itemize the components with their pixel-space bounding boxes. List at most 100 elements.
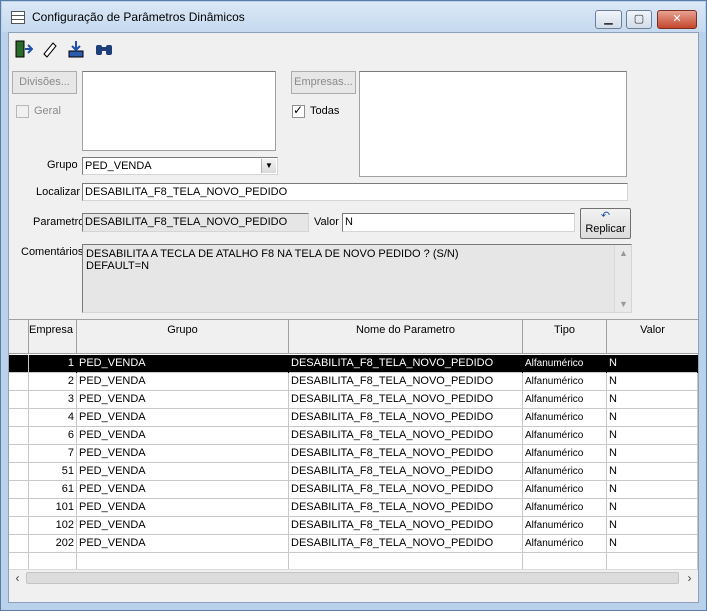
row-indicator[interactable] — [9, 499, 29, 517]
title-bar[interactable]: Configuração de Parâmetros Dinâmicos ▁ ▢… — [2, 2, 705, 32]
valor-cell[interactable]: N — [607, 409, 698, 427]
replicar-button[interactable]: ↶ Replicar — [580, 208, 631, 239]
empresas-list[interactable] — [359, 71, 627, 177]
maximize-button[interactable]: ▢ — [626, 10, 652, 29]
column-header-valor[interactable]: Valor — [607, 320, 698, 354]
valor-cell[interactable]: N — [607, 535, 698, 553]
grupo-select[interactable]: PED_VENDA ▼ — [82, 157, 278, 175]
nome-cell[interactable]: DESABILITA_F8_TELA_NOVO_PEDIDO — [289, 481, 523, 499]
valor-cell[interactable]: N — [607, 445, 698, 463]
nome-cell[interactable]: DESABILITA_F8_TELA_NOVO_PEDIDO — [289, 517, 523, 535]
scroll-right-icon[interactable]: › — [681, 570, 698, 586]
scroll-down-icon[interactable]: ▼ — [615, 296, 632, 312]
todas-checkbox[interactable]: ✓ — [292, 103, 305, 118]
row-indicator[interactable] — [9, 373, 29, 391]
grupo-cell[interactable]: PED_VENDA — [77, 499, 289, 517]
valor-cell[interactable]: N — [607, 391, 698, 409]
table-row[interactable]: 101 PED_VENDA DESABILITA_F8_TELA_NOVO_PEDI… — [9, 499, 698, 517]
empresa-cell[interactable]: 6 — [29, 427, 77, 445]
column-header-tipo[interactable]: Tipo — [523, 320, 607, 354]
table-row[interactable]: 1 PED_VENDA DESABILITA_F8_TELA_NOVO_PEDIDO… — [9, 355, 698, 373]
tipo-cell[interactable]: Alfanumérico — [523, 463, 607, 481]
grupo-cell[interactable]: PED_VENDA — [77, 481, 289, 499]
binoculars-find-icon[interactable] — [91, 36, 115, 59]
valor-cell[interactable]: N — [607, 517, 698, 535]
tipo-cell[interactable]: Alfanumérico — [523, 373, 607, 391]
nome-cell[interactable]: DESABILITA_F8_TELA_NOVO_PEDIDO — [289, 463, 523, 481]
row-indicator[interactable] — [9, 409, 29, 427]
valor-cell[interactable]: N — [607, 499, 698, 517]
row-indicator[interactable] — [9, 463, 29, 481]
empresa-cell[interactable]: 3 — [29, 391, 77, 409]
row-indicator[interactable] — [9, 445, 29, 463]
grupo-cell[interactable]: PED_VENDA — [77, 535, 289, 553]
horizontal-scrollbar[interactable]: ‹ › — [9, 569, 698, 586]
scroll-left-icon[interactable]: ‹ — [9, 570, 26, 586]
valor-cell[interactable]: N — [607, 463, 698, 481]
empresa-cell[interactable]: 2 — [29, 373, 77, 391]
table-row[interactable]: 6 PED_VENDA DESABILITA_F8_TELA_NOVO_PEDIDO… — [9, 427, 698, 445]
tipo-cell[interactable]: Alfanumérico — [523, 445, 607, 463]
table-row[interactable]: 3 PED_VENDA DESABILITA_F8_TELA_NOVO_PEDIDO… — [9, 391, 698, 409]
tipo-cell[interactable]: Alfanumérico — [523, 517, 607, 535]
nome-cell[interactable]: DESABILITA_F8_TELA_NOVO_PEDIDO — [289, 355, 523, 373]
empresa-cell[interactable]: 7 — [29, 445, 77, 463]
comentarios-memo[interactable]: DESABILITA A TECLA DE ATALHO F8 NA TELA … — [82, 244, 632, 313]
empresa-cell[interactable]: 51 — [29, 463, 77, 481]
column-header-nome[interactable]: Nome do Parametro — [289, 320, 523, 354]
table-row[interactable]: 2 PED_VENDA DESABILITA_F8_TELA_NOVO_PEDIDO… — [9, 373, 698, 391]
table-row[interactable]: 51 PED_VENDA DESABILITA_F8_TELA_NOVO_PEDID… — [9, 463, 698, 481]
nome-cell[interactable]: DESABILITA_F8_TELA_NOVO_PEDIDO — [289, 391, 523, 409]
grupo-cell[interactable]: PED_VENDA — [77, 517, 289, 535]
empresa-cell[interactable]: 1 — [29, 355, 77, 373]
tipo-cell[interactable]: Alfanumérico — [523, 535, 607, 553]
tipo-cell[interactable]: Alfanumérico — [523, 355, 607, 373]
memo-scrollbar[interactable]: ▲ ▼ — [614, 245, 631, 312]
empresa-cell[interactable]: 202 — [29, 535, 77, 553]
grupo-cell[interactable]: PED_VENDA — [77, 391, 289, 409]
valor-cell[interactable]: N — [607, 427, 698, 445]
exit-door-icon[interactable] — [11, 36, 35, 59]
minimize-button[interactable]: ▁ — [595, 10, 622, 29]
tipo-cell[interactable]: Alfanumérico — [523, 391, 607, 409]
scroll-thumb[interactable] — [26, 572, 679, 584]
tipo-cell[interactable]: Alfanumérico — [523, 499, 607, 517]
grupo-cell[interactable]: PED_VENDA — [77, 427, 289, 445]
save-download-icon[interactable] — [63, 36, 87, 59]
nome-cell[interactable]: DESABILITA_F8_TELA_NOVO_PEDIDO — [289, 535, 523, 553]
valor-input[interactable]: N — [342, 213, 575, 232]
valor-cell[interactable]: N — [607, 481, 698, 499]
tipo-cell[interactable]: Alfanumérico — [523, 427, 607, 445]
empresas-button[interactable]: Empresas... — [291, 71, 356, 94]
row-indicator[interactable] — [9, 427, 29, 445]
table-row[interactable]: 202 PED_VENDA DESABILITA_F8_TELA_NOVO_PEDI… — [9, 535, 698, 553]
empresa-cell[interactable]: 61 — [29, 481, 77, 499]
column-header-grupo[interactable]: Grupo — [77, 320, 289, 354]
divisoes-list[interactable] — [82, 71, 276, 151]
table-row[interactable]: 102 PED_VENDA DESABILITA_F8_TELA_NOVO_PEDI… — [9, 517, 698, 535]
chevron-down-icon[interactable]: ▼ — [261, 159, 276, 173]
eraser-icon[interactable] — [37, 36, 61, 59]
valor-cell[interactable]: N — [607, 355, 698, 373]
nome-cell[interactable]: DESABILITA_F8_TELA_NOVO_PEDIDO — [289, 427, 523, 445]
scroll-up-icon[interactable]: ▲ — [615, 245, 632, 261]
localizar-input[interactable]: DESABILITA_F8_TELA_NOVO_PEDIDO — [82, 183, 628, 201]
grupo-cell[interactable]: PED_VENDA — [77, 463, 289, 481]
table-row[interactable]: 61 PED_VENDA DESABILITA_F8_TELA_NOVO_PEDID… — [9, 481, 698, 499]
row-indicator[interactable] — [9, 481, 29, 499]
parameters-table[interactable]: Empresa Grupo Nome do Parametro Tipo Val… — [9, 319, 698, 586]
tipo-cell[interactable]: Alfanumérico — [523, 481, 607, 499]
tipo-cell[interactable]: Alfanumérico — [523, 409, 607, 427]
nome-cell[interactable]: DESABILITA_F8_TELA_NOVO_PEDIDO — [289, 373, 523, 391]
nome-cell[interactable]: DESABILITA_F8_TELA_NOVO_PEDIDO — [289, 409, 523, 427]
table-row[interactable]: 7 PED_VENDA DESABILITA_F8_TELA_NOVO_PEDIDO… — [9, 445, 698, 463]
grupo-cell[interactable]: PED_VENDA — [77, 409, 289, 427]
row-indicator[interactable] — [9, 535, 29, 553]
row-indicator[interactable] — [9, 517, 29, 535]
grupo-cell[interactable]: PED_VENDA — [77, 373, 289, 391]
empresa-cell[interactable]: 4 — [29, 409, 77, 427]
nome-cell[interactable]: DESABILITA_F8_TELA_NOVO_PEDIDO — [289, 445, 523, 463]
row-indicator[interactable] — [9, 355, 29, 373]
close-button[interactable]: ✕ — [657, 10, 697, 29]
nome-cell[interactable]: DESABILITA_F8_TELA_NOVO_PEDIDO — [289, 499, 523, 517]
